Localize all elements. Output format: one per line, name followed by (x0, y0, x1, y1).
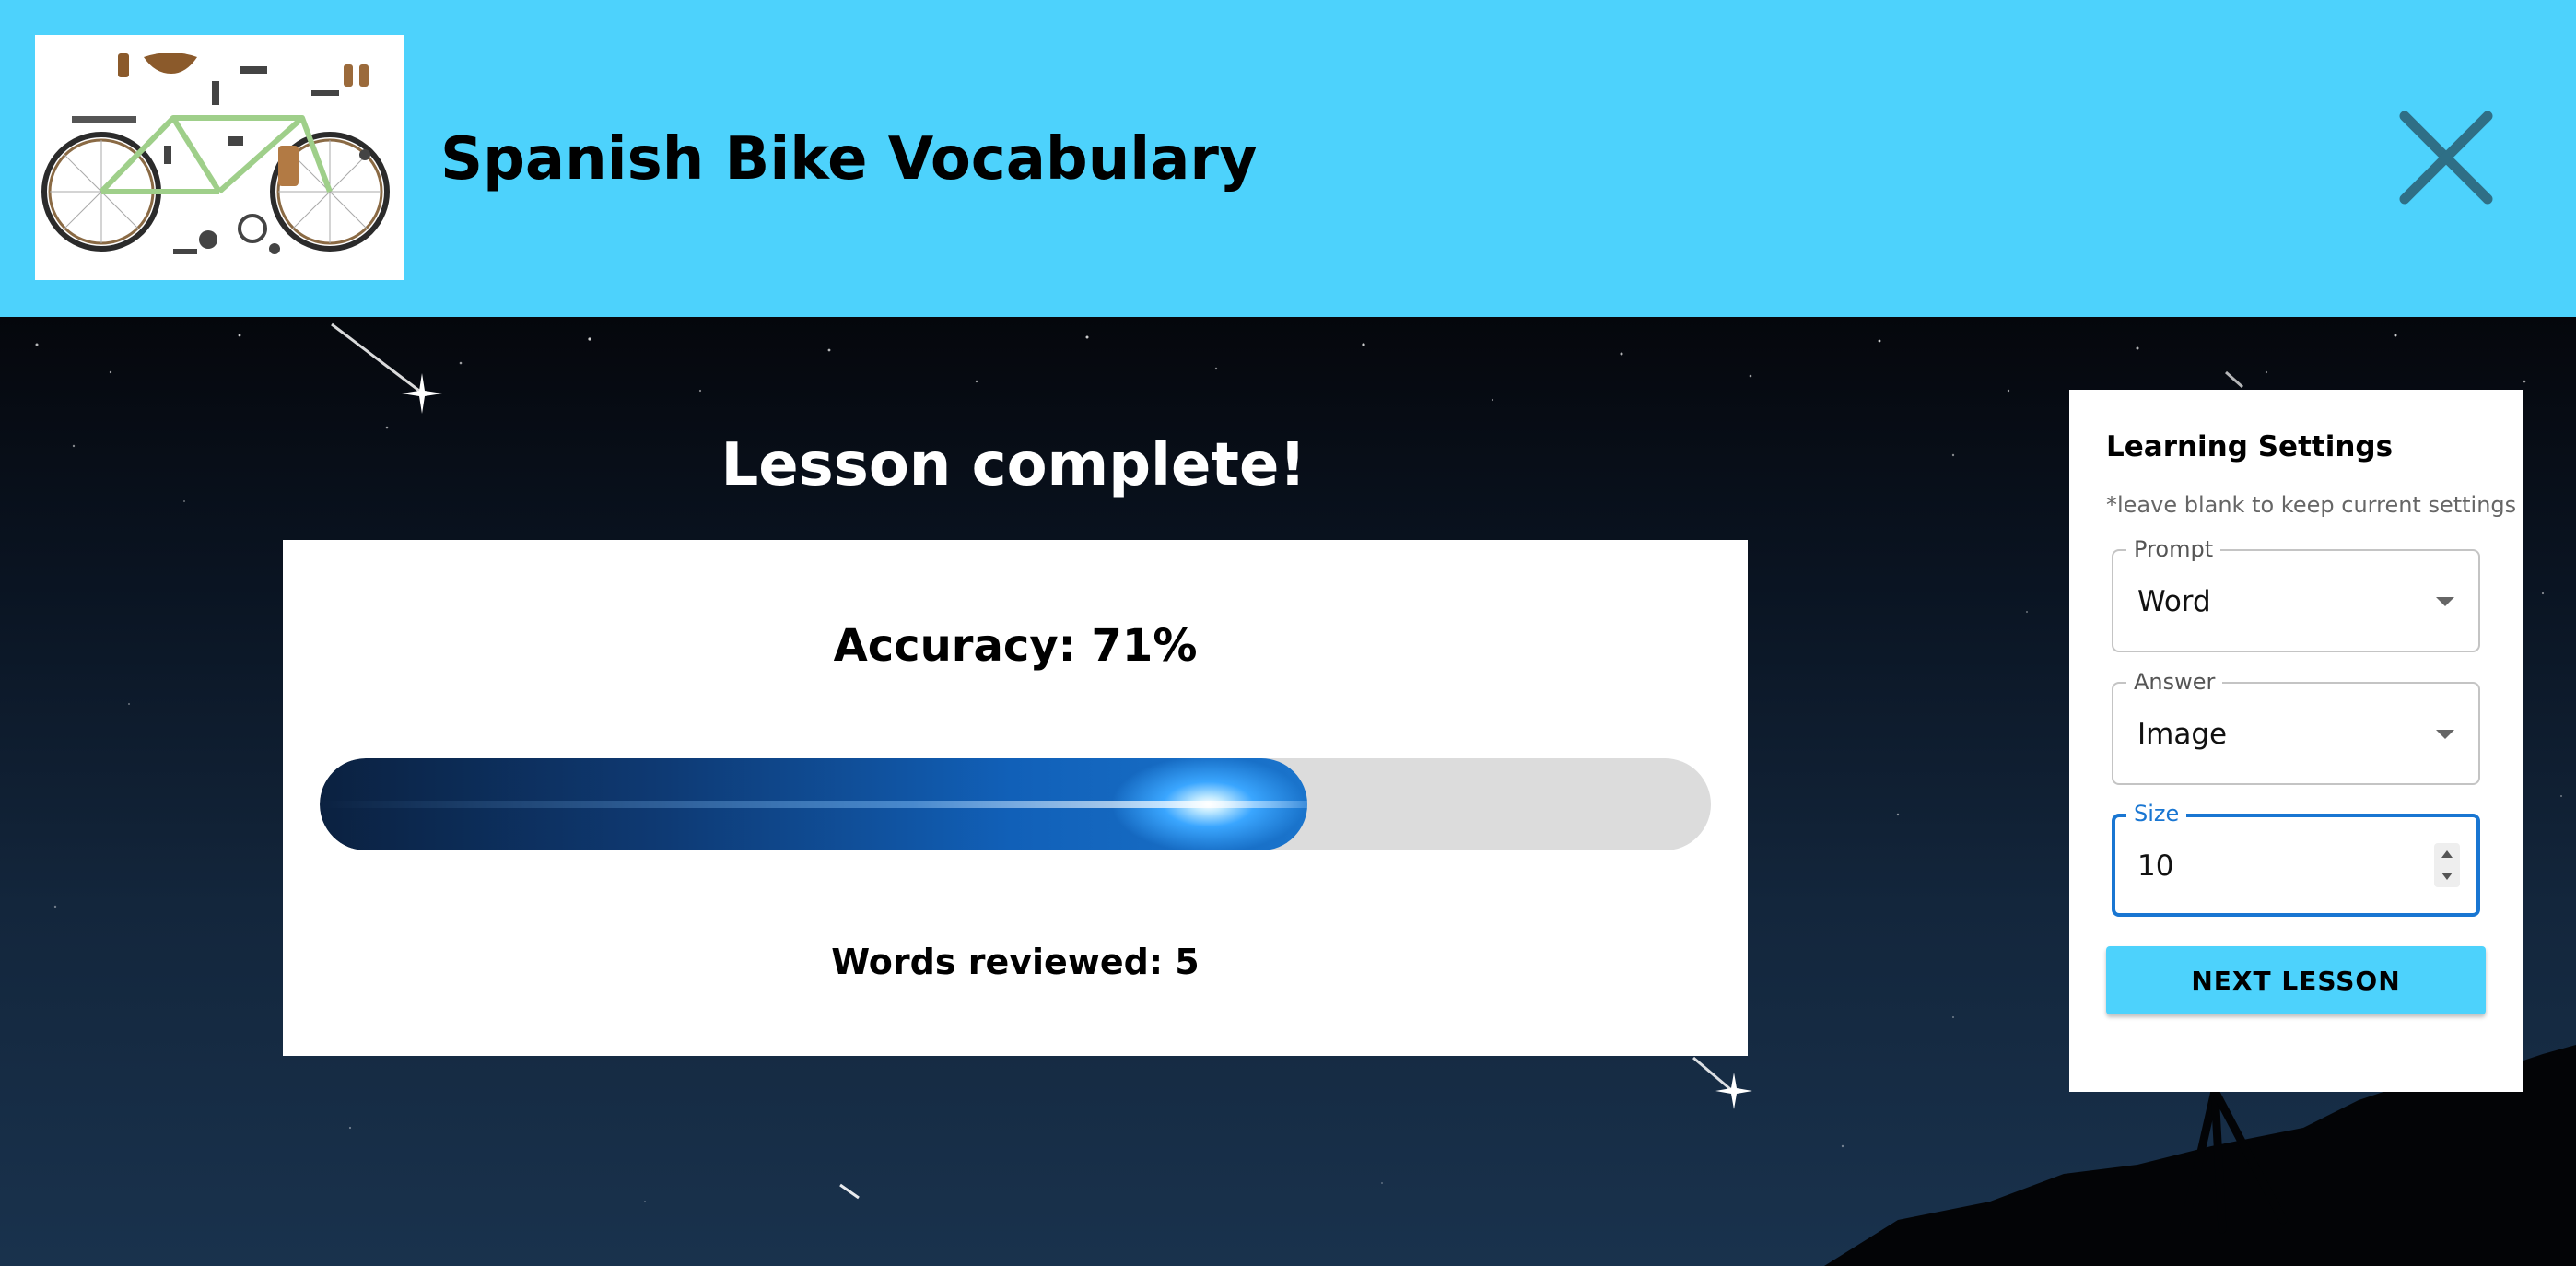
close-icon (2399, 111, 2493, 205)
accuracy-text: Accuracy: 71% (833, 620, 1198, 672)
settings-hint: *leave blank to keep current settings (2106, 492, 2517, 518)
words-reviewed-text: Words reviewed: 5 (831, 942, 1200, 982)
answer-label: Answer (2126, 668, 2223, 696)
settings-title: Learning Settings (2106, 430, 2394, 463)
app-title: Spanish Bike Vocabulary (440, 125, 1258, 193)
stepper-down-icon[interactable] (2441, 873, 2453, 880)
prompt-value: Word (2137, 585, 2211, 618)
prompt-label: Prompt (2126, 535, 2221, 563)
lesson-complete-heading: Lesson complete! (720, 431, 1306, 499)
size-value: 10 (2137, 850, 2174, 883)
lesson-thumbnail (35, 35, 404, 280)
number-stepper[interactable] (2434, 843, 2460, 887)
stepper-up-icon[interactable] (2441, 850, 2453, 858)
size-input[interactable]: Size 10 (2112, 800, 2480, 917)
close-button[interactable] (2395, 107, 2497, 208)
learning-settings-panel: Learning Settings *leave blank to keep c… (2069, 390, 2523, 1092)
next-lesson-button[interactable]: NEXT LESSON (2106, 946, 2486, 1014)
size-label: Size (2126, 800, 2187, 827)
bicycle-parts-icon (35, 35, 404, 280)
answer-value: Image (2137, 718, 2228, 751)
answer-select[interactable]: Answer Image (2112, 668, 2480, 785)
result-card: Accuracy: 71% Words reviewed: 5 (283, 540, 1748, 1056)
prompt-select[interactable]: Prompt Word (2112, 535, 2480, 652)
app-header: Spanish Bike Vocabulary (0, 0, 2576, 317)
chevron-down-icon (2436, 597, 2454, 606)
chevron-down-icon (2436, 730, 2454, 739)
accuracy-progress-fill (320, 758, 1308, 850)
accuracy-progress-bar (320, 758, 1711, 850)
